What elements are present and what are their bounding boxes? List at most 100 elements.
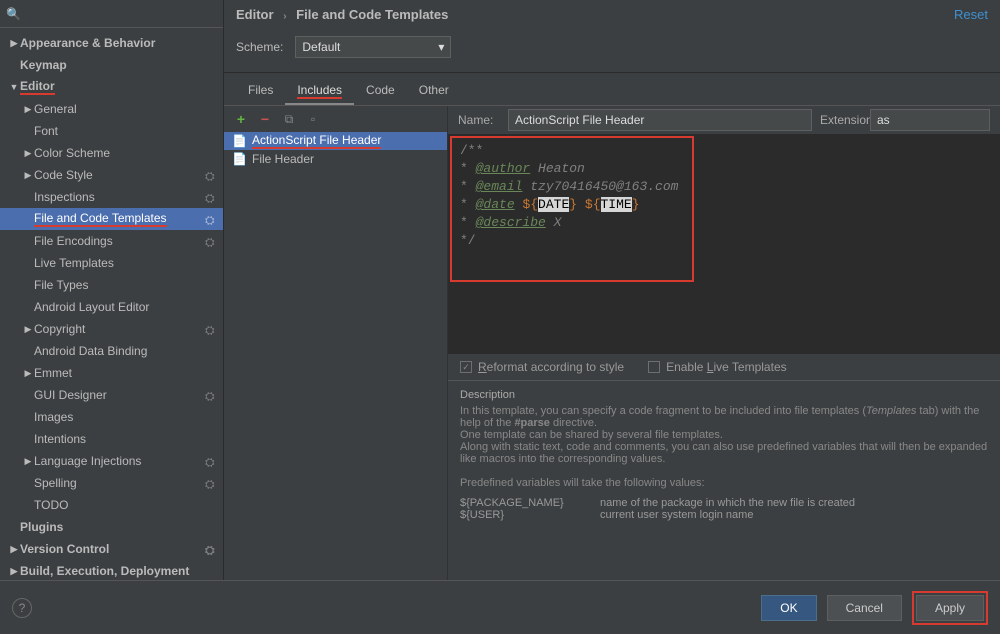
spare-template-button[interactable]: ▫ — [306, 112, 320, 126]
sidebar-item-label: Android Data Binding — [34, 344, 147, 358]
breadcrumb-current: File and Code Templates — [296, 7, 448, 22]
sidebar-item[interactable]: Keymap — [0, 54, 223, 76]
sidebar-item-label: Copyright — [34, 322, 85, 336]
sidebar-item[interactable]: Live Templates — [0, 252, 223, 274]
search-input[interactable] — [25, 7, 217, 21]
chevron-down-icon: ▾ — [438, 40, 444, 54]
sidebar-item[interactable]: ▼Editor — [0, 76, 223, 98]
sidebar-item-label: Plugins — [20, 520, 63, 534]
sidebar-item-label: Intentions — [34, 432, 86, 446]
tabs: Files Includes Code Other — [224, 73, 1000, 106]
scheme-row: Scheme: Default ▾ — [224, 28, 1000, 73]
sidebar-item[interactable]: Android Data Binding — [0, 340, 223, 362]
breadcrumb-parent[interactable]: Editor — [236, 7, 274, 22]
sidebar-item[interactable]: ▶General — [0, 98, 223, 120]
sidebar-item-label: File Types — [34, 278, 88, 292]
project-config-icon: ⛭ — [205, 455, 217, 467]
project-config-icon: ⛭ — [205, 213, 217, 225]
sidebar-item[interactable]: File Types — [0, 274, 223, 296]
sidebar-item[interactable]: ▶Appearance & Behavior — [0, 32, 223, 54]
chevron-icon: ▼ — [8, 82, 20, 92]
file-icon: 📄 — [232, 152, 246, 166]
sidebar-item[interactable]: Font — [0, 120, 223, 142]
ok-button[interactable]: OK — [761, 595, 816, 621]
dialog-footer: ? OK Cancel Apply — [0, 580, 1000, 634]
tab-code[interactable]: Code — [354, 79, 407, 105]
live-templates-checkbox[interactable] — [648, 361, 660, 373]
sidebar-item-label: Code Style — [34, 168, 93, 182]
sidebar-item[interactable]: ▶Emmet — [0, 362, 223, 384]
sidebar-item[interactable]: ▶Color Scheme — [0, 142, 223, 164]
template-editor-panel: Name: ActionScript File Header Extension… — [448, 106, 1000, 580]
sidebar-item[interactable]: ▶Version Control⛭ — [0, 538, 223, 560]
project-config-icon: ⛭ — [205, 169, 217, 181]
add-template-button[interactable]: + — [234, 112, 248, 126]
main-panel: Editor › File and Code Templates Reset S… — [224, 0, 1000, 580]
sidebar-item-label: File and Code Templates — [34, 211, 167, 227]
project-config-icon: ⛭ — [205, 389, 217, 401]
chevron-icon: ▶ — [8, 544, 20, 555]
description-title: Description — [460, 389, 988, 401]
template-item-label: ActionScript File Header — [252, 133, 381, 149]
chevron-icon: ▶ — [8, 38, 20, 49]
tab-files[interactable]: Files — [236, 79, 285, 105]
template-code-editor[interactable]: /** * @author Heaton * @email tzy7041645… — [448, 134, 1000, 354]
sidebar-item[interactable]: File and Code Templates ⛭ — [0, 208, 223, 230]
sidebar-item[interactable]: Spelling ⛭ — [0, 472, 223, 494]
sidebar-item-label: Build, Execution, Deployment — [20, 564, 189, 578]
sidebar-item-label: Version Control — [20, 542, 109, 556]
scheme-select[interactable]: Default ▾ — [295, 36, 451, 58]
template-list-item[interactable]: 📄 ActionScript File Header — [224, 132, 447, 150]
reset-link[interactable]: Reset — [954, 7, 988, 22]
sidebar-item[interactable]: ▶Copyright⛭ — [0, 318, 223, 340]
tab-includes[interactable]: Includes — [285, 79, 354, 105]
help-button[interactable]: ? — [12, 598, 32, 618]
extension-input[interactable]: as — [870, 109, 990, 131]
sidebar-item[interactable]: Plugins — [0, 516, 223, 538]
chevron-icon: ▶ — [22, 170, 34, 181]
project-config-icon: ⛭ — [205, 235, 217, 247]
cancel-button[interactable]: Cancel — [827, 595, 902, 621]
sidebar-item[interactable]: ▶Language Injections ⛭ — [0, 450, 223, 472]
sidebar-item-label: Emmet — [34, 366, 72, 380]
template-item-label: File Header — [252, 152, 314, 166]
sidebar-item[interactable]: GUI Designer ⛭ — [0, 384, 223, 406]
file-icon: 📄 — [232, 134, 246, 148]
sidebar-item-label: TODO — [34, 498, 68, 512]
sidebar-item-label: Spelling — [34, 476, 77, 490]
template-list-item[interactable]: 📄 File Header — [224, 150, 447, 168]
sidebar-item[interactable]: ▶Code Style ⛭ — [0, 164, 223, 186]
apply-button[interactable]: Apply — [916, 595, 984, 621]
sidebar-search[interactable]: 🔍 — [0, 0, 223, 28]
sidebar-item-label: GUI Designer — [34, 388, 107, 402]
sidebar-item[interactable]: Android Layout Editor — [0, 296, 223, 318]
scheme-label: Scheme: — [236, 40, 283, 54]
scheme-value: Default — [302, 40, 340, 54]
sidebar-item[interactable]: File Encodings⛭ — [0, 230, 223, 252]
live-templates-label: Enable Live Templates — [666, 360, 787, 374]
copy-template-button[interactable]: ⧉ — [282, 112, 296, 126]
sidebar-item[interactable]: Inspections⛭ — [0, 186, 223, 208]
description-box: Description In this template, you can sp… — [448, 380, 1000, 540]
chevron-icon: ▶ — [22, 104, 34, 115]
sidebar-item[interactable]: ▶Build, Execution, Deployment — [0, 560, 223, 580]
tab-other[interactable]: Other — [407, 79, 461, 105]
sidebar-item[interactable]: Images — [0, 406, 223, 428]
sidebar-item-label: Android Layout Editor — [34, 300, 149, 314]
project-config-icon: ⛭ — [205, 477, 217, 489]
chevron-icon: ▶ — [22, 148, 34, 159]
chevron-icon: ▶ — [22, 456, 34, 467]
remove-template-button[interactable]: − — [258, 112, 272, 126]
sidebar-item[interactable]: TODO — [0, 494, 223, 516]
chevron-icon: ▶ — [22, 324, 34, 335]
chevron-icon: ▶ — [8, 566, 20, 577]
sidebar-item-label: Live Templates — [34, 256, 114, 270]
templates-toolbar: + − ⧉ ▫ — [224, 106, 447, 132]
reformat-checkbox[interactable] — [460, 361, 472, 373]
sidebar-item[interactable]: Intentions — [0, 428, 223, 450]
sidebar-item-label: Language Injections — [34, 454, 141, 468]
name-input[interactable]: ActionScript File Header — [508, 109, 812, 131]
breadcrumb: Editor › File and Code Templates Reset — [224, 0, 1000, 28]
options-row: RReformat according to styleeformat acco… — [448, 354, 1000, 380]
reformat-label: RReformat according to styleeformat acco… — [478, 360, 624, 374]
